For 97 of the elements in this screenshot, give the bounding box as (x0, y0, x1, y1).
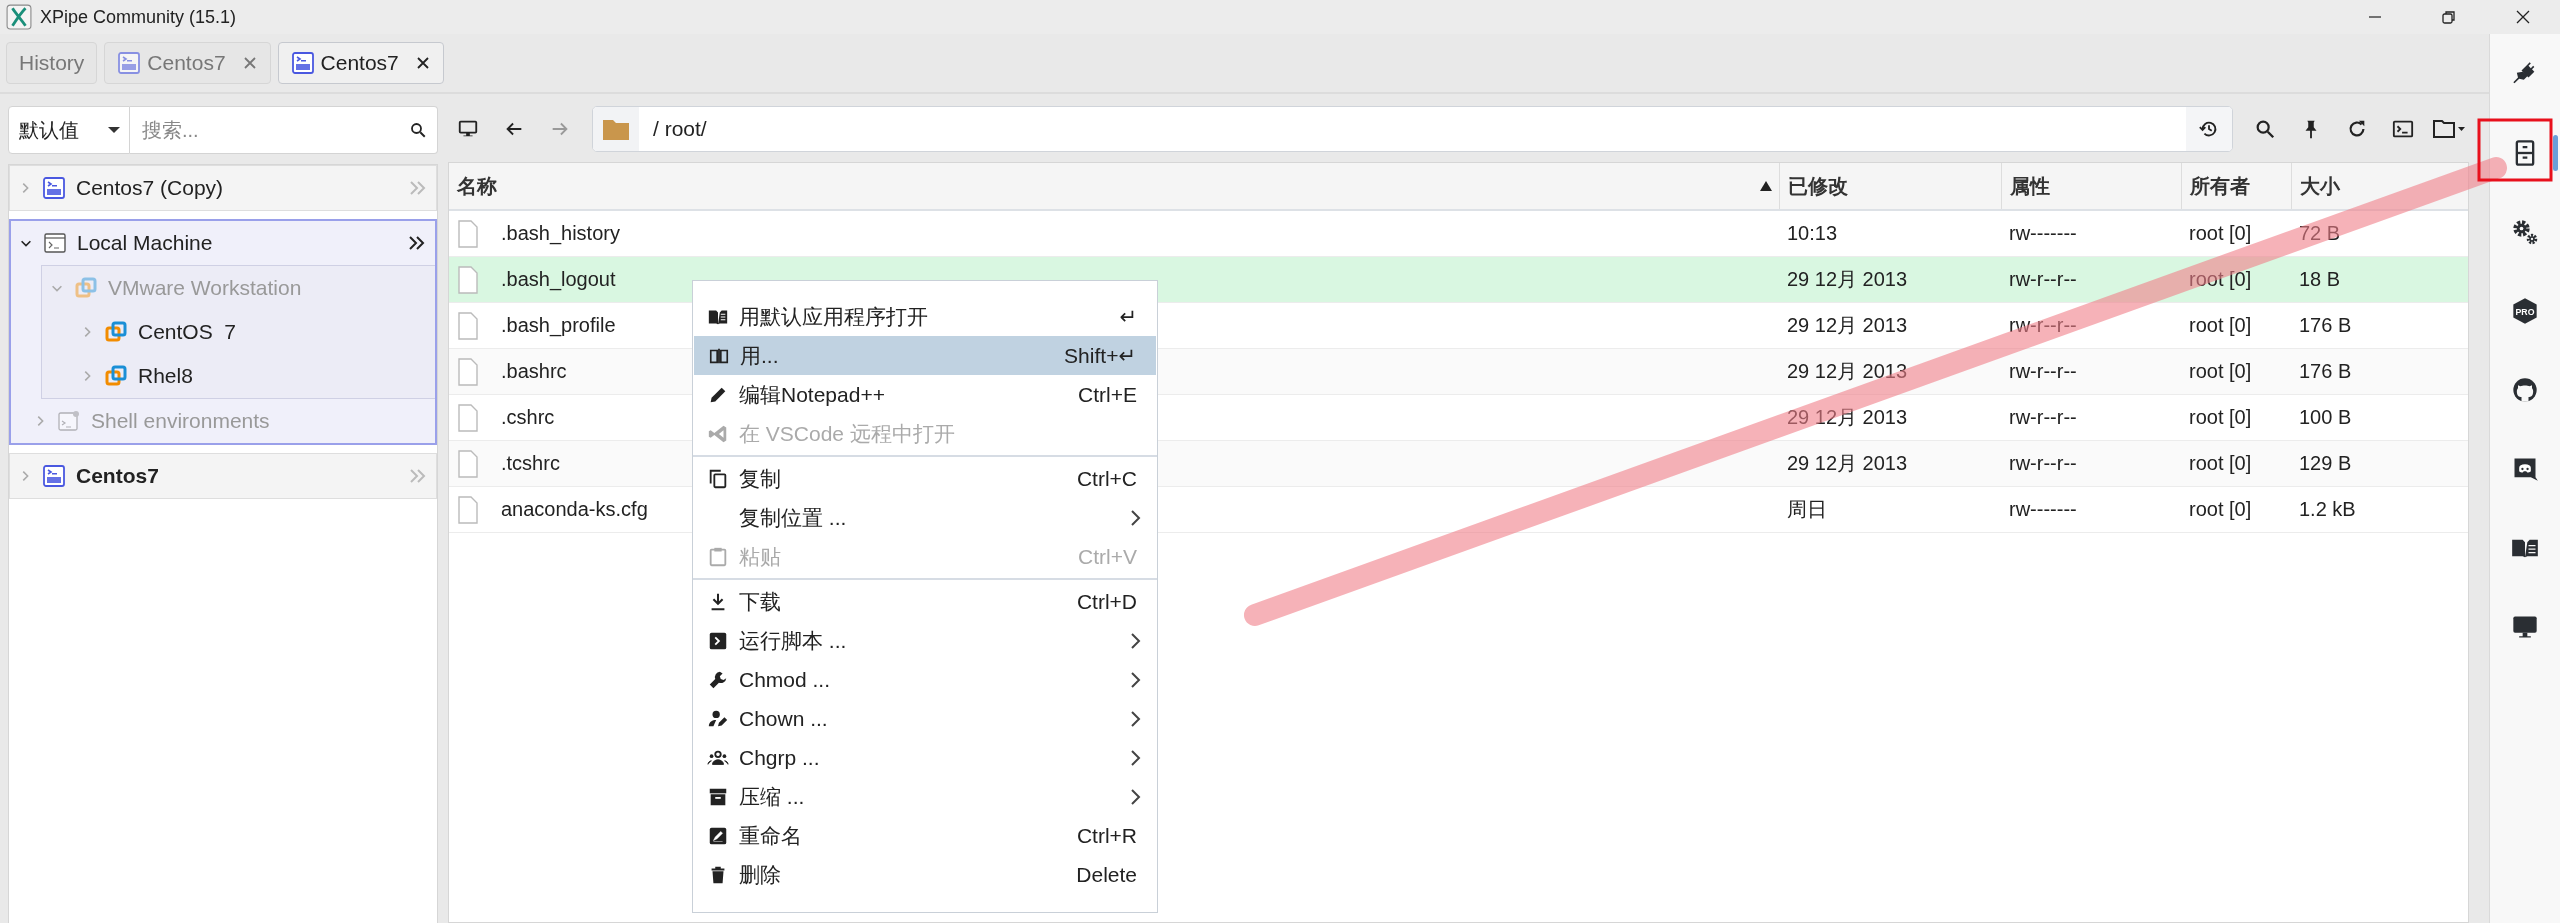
search-icon (2254, 118, 2276, 140)
file-icon (457, 265, 479, 294)
file-name: .bash_history (501, 222, 620, 245)
search-icon (409, 121, 427, 139)
ssh-terminal-icon (42, 464, 66, 488)
tab[interactable]: History (6, 42, 98, 84)
filter-dropdown[interactable]: 默认值 (8, 106, 130, 154)
double-chevron-icon[interactable] (407, 234, 427, 252)
table-cell-text: root [0] (2188, 359, 2253, 384)
tab[interactable]: Centos7 (104, 42, 271, 84)
table-cell-text: 176 B (2298, 313, 2353, 338)
selection-indicator (2553, 135, 2558, 171)
folder-caret-icon (2432, 118, 2466, 140)
file-icon (457, 495, 479, 524)
connection-name[interactable]: Centos7 (Copy) (76, 176, 224, 200)
menu-item[interactable]: Chgrp ... (693, 738, 1157, 777)
table-cell-text: 周日 (1786, 497, 1828, 522)
copy-icon (707, 467, 729, 490)
file-name: .cshrc (501, 406, 555, 429)
table-cell-text: rw-r--r-- (2008, 405, 2078, 430)
menu-item[interactable]: 用... Shift+↵ (694, 336, 1156, 375)
column-header[interactable]: 所有者 (2181, 163, 2291, 209)
table-cell-text: 29 12月 2013 (1786, 405, 1909, 430)
table-cell-text: rw-r--r-- (2008, 267, 2078, 292)
ssh-terminal-icon (42, 176, 66, 200)
file-icon (457, 403, 479, 432)
table-cell-text: 176 B (2298, 359, 2353, 384)
table-cell-text: rw------- (2008, 221, 2078, 246)
table-cell-text: root [0] (2188, 313, 2253, 338)
column-header[interactable]: 大小 (2291, 163, 2468, 209)
column-header[interactable]: 名称 (449, 163, 1779, 209)
app-logo-icon (6, 4, 32, 30)
table-cell-text: 72 B (2298, 221, 2342, 246)
file-icon (457, 311, 479, 340)
file-name: .bash_profile (501, 314, 616, 337)
caret-icon (107, 125, 121, 135)
table-cell-text: 1.2 kB (2298, 497, 2357, 522)
table-cell-text: rw------- (2008, 497, 2078, 522)
terminal-window-icon (57, 409, 81, 433)
table-cell-text: root [0] (2188, 221, 2253, 246)
connection-card[interactable]: Centos7 (Copy) (9, 165, 437, 211)
menu-item[interactable]: 下载 Ctrl+D (693, 582, 1157, 621)
terminal-window-icon (43, 231, 67, 255)
file-name: .bashrc (501, 360, 567, 383)
table-cell-text: 18 B (2298, 267, 2342, 292)
table-cell-text: rw-r--r-- (2008, 451, 2078, 476)
table-cell-text: 29 12月 2013 (1786, 451, 1909, 476)
table-cell-text: 29 12月 2013 (1786, 267, 1909, 292)
file-icon (457, 449, 479, 478)
column-header[interactable]: 已修改 (1779, 163, 2001, 209)
pro-badge-icon[interactable]: PRO (2511, 296, 2539, 325)
menu-item[interactable]: Chown ... (693, 699, 1157, 738)
ssh-terminal-icon (290, 51, 315, 75)
ssh-terminal-icon (117, 51, 142, 75)
table-cell-text: root [0] (2188, 405, 2253, 430)
table-cell-text: 129 B (2298, 451, 2353, 476)
table-cell-text: root [0] (2188, 267, 2253, 292)
tab[interactable]: Centos7 (277, 42, 444, 84)
close-icon[interactable] (414, 55, 431, 71)
github-icon[interactable] (2511, 375, 2539, 404)
file-name: .tcshrc (501, 452, 560, 475)
table-cell-text: 100 B (2298, 405, 2353, 430)
column-header[interactable]: 属性 (2001, 163, 2181, 209)
window-title: XPipe Community (15.1) (40, 6, 237, 28)
menu-item[interactable]: 删除 Delete (693, 855, 1157, 894)
terminal-icon (2392, 118, 2414, 140)
overlapping-squares-icon (74, 276, 98, 300)
clipboard-icon (707, 545, 729, 568)
table-cell-text: root [0] (2188, 497, 2253, 522)
table-cell-text: 10:13 (1786, 221, 1839, 246)
settings-icon[interactable] (2511, 217, 2539, 246)
menu-item[interactable]: 运行脚本 ... (693, 621, 1157, 660)
close-icon (2515, 9, 2531, 25)
overlapping-squares-icon (104, 364, 128, 388)
menu-item[interactable]: 重命名 Ctrl+R (693, 816, 1157, 855)
search-input[interactable]: 搜索... (140, 117, 409, 143)
search-field[interactable]: 搜索... (130, 106, 438, 154)
file-icon (457, 357, 479, 386)
file-icon (457, 219, 479, 248)
table-cell-text: rw-r--r-- (2008, 359, 2078, 384)
table-cell-text: 29 12月 2013 (1786, 313, 1909, 338)
overlapping-squares-icon (104, 320, 128, 344)
connection-name[interactable]: Local Machine (77, 231, 213, 255)
connection-name[interactable]: Centos7 (76, 464, 159, 488)
path-field[interactable]: / root/ (592, 106, 2233, 152)
table-cell-text: 29 12月 2013 (1786, 359, 1909, 384)
file-name: .bash_logout (501, 268, 616, 291)
menu-item[interactable]: 压缩 ... (693, 777, 1157, 816)
restore-icon (2441, 9, 2457, 25)
minimize-icon (2367, 16, 2383, 18)
menu-item[interactable]: Chmod ... (693, 660, 1157, 699)
file-name: anaconda-ks.cfg (501, 498, 648, 521)
badge-text: PRO (2515, 306, 2535, 316)
sort-arrow-icon (1759, 180, 1773, 192)
sidebar-item[interactable]: PRO (2490, 271, 2560, 350)
table-cell-text: root [0] (2188, 451, 2253, 476)
connection-card[interactable]: Centos7 (9, 453, 437, 499)
